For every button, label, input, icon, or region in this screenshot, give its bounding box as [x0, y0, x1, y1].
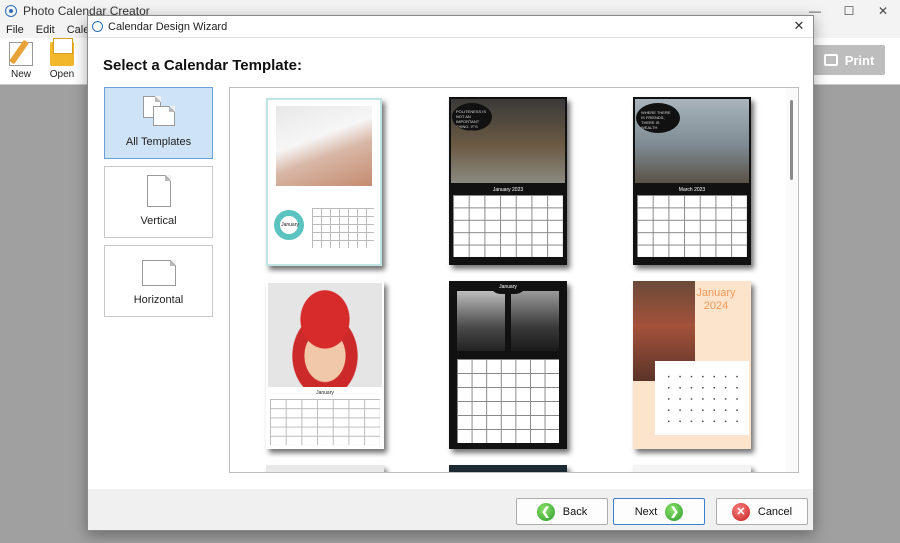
dialog-body: Select a Calendar Template: All Template… [88, 38, 813, 489]
category-horizontal[interactable]: Horizontal [104, 245, 213, 317]
next-arrow-icon: ❯ [665, 502, 684, 521]
template-photo [457, 291, 505, 351]
scrollbar-thumb[interactable] [790, 100, 793, 180]
template-card-selected[interactable]: January [266, 281, 384, 449]
category-vertical[interactable]: Vertical [104, 166, 213, 238]
template-month-label: January 2023 [492, 187, 524, 193]
template-card[interactable]: January 2024 [633, 281, 751, 449]
back-arrow-icon: ❮ [536, 502, 555, 521]
template-quote: WHERE THERE IS FRIENDS, THERE IS WEALTH [636, 103, 680, 133]
template-card[interactable]: January [266, 98, 382, 266]
template-category-list: All Templates Vertical Horizontal [104, 87, 213, 324]
print-label: Print [844, 52, 875, 68]
template-card[interactable]: January [449, 281, 567, 449]
template-grid: January POLITENESS IS NOT AN IMPORTANT T… [229, 87, 799, 473]
folder-open-icon [50, 38, 74, 66]
template-month-label: March 2023 [678, 187, 706, 193]
category-label: All Templates [125, 136, 192, 148]
template-month-label: January [281, 222, 299, 228]
app-logo-icon [5, 5, 17, 17]
dialog-footer: ❮ Back Next ❯ ✕ Cancel [88, 489, 813, 530]
category-label: Vertical [140, 215, 177, 227]
template-grid-scrollbar[interactable] [786, 88, 798, 472]
close-button[interactable]: ✕ [866, 0, 900, 22]
category-label: Horizontal [133, 294, 184, 306]
template-year-label: 2024 [703, 300, 729, 312]
template-quote: POLITENESS IS NOT AN IMPORTANT THING. IT… [452, 103, 492, 131]
template-photo [276, 106, 372, 186]
new-document-icon [9, 42, 33, 66]
template-month-label: January [316, 390, 334, 396]
print-button[interactable]: Print [813, 45, 885, 75]
vertical-page-icon [146, 175, 171, 207]
new-label: New [10, 69, 31, 80]
template-calendar-grid [270, 399, 380, 445]
horizontal-page-icon [141, 260, 176, 286]
template-photo [511, 291, 559, 351]
template-calendar-grid [457, 359, 559, 443]
template-month-label: January [696, 287, 736, 299]
template-card[interactable] [633, 465, 751, 472]
maximize-button[interactable]: ☐ [832, 0, 866, 22]
dialog-title: Calendar Design Wizard [108, 20, 228, 33]
next-label: Next [634, 505, 658, 518]
template-calendar-grid [663, 371, 743, 427]
template-card[interactable] [449, 465, 567, 472]
template-card[interactable] [266, 465, 384, 472]
calendar-design-wizard-dialog: Calendar Design Wizard ✕ Select a Calend… [87, 15, 814, 531]
next-button[interactable]: Next ❯ [613, 498, 705, 525]
template-calendar-grid [637, 195, 747, 257]
open-label: Open [49, 69, 75, 80]
cancel-x-icon: ✕ [731, 502, 750, 521]
dialog-titlebar: Calendar Design Wizard ✕ [88, 16, 813, 38]
back-label: Back [562, 505, 588, 518]
cancel-button[interactable]: ✕ Cancel [716, 498, 808, 525]
open-button[interactable]: Open [45, 38, 79, 82]
category-all-templates[interactable]: All Templates [104, 87, 213, 159]
all-templates-icon [142, 96, 175, 128]
menu-file[interactable]: File [6, 24, 24, 36]
cancel-label: Cancel [757, 505, 793, 518]
dialog-close-button[interactable]: ✕ [791, 18, 807, 34]
printer-icon [823, 54, 838, 66]
new-button[interactable]: New [4, 42, 38, 82]
template-card[interactable]: WHERE THERE IS FRIENDS, THERE IS WEALTH … [633, 97, 751, 265]
template-photo [268, 283, 382, 387]
menu-edit[interactable]: Edit [36, 24, 55, 36]
template-calendar-grid [453, 195, 563, 257]
back-button[interactable]: ❮ Back [516, 498, 608, 525]
template-month-label: January [489, 282, 527, 294]
template-card[interactable]: POLITENESS IS NOT AN IMPORTANT THING. IT… [449, 97, 567, 265]
dialog-heading: Select a Calendar Template: [103, 57, 302, 74]
wizard-logo-icon [92, 21, 103, 32]
template-calendar-grid [312, 208, 374, 248]
